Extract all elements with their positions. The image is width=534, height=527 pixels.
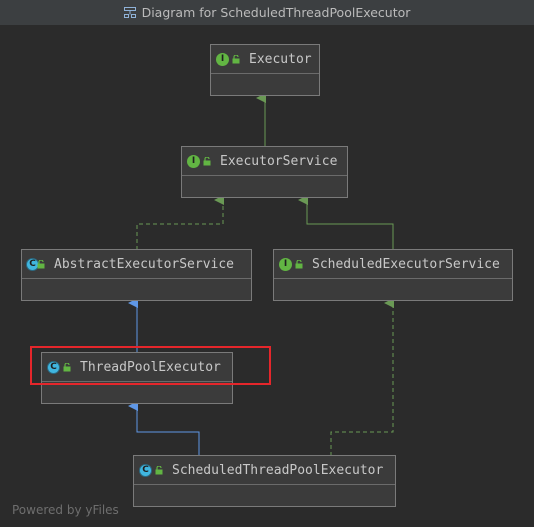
class-icon: C bbox=[139, 463, 152, 477]
edge-scheduledexecutorservice-to-executorservice bbox=[298, 195, 394, 250]
powered-by-label: Powered by yFiles bbox=[12, 503, 119, 517]
lock-icon bbox=[203, 156, 211, 165]
node-abstractexecutorservice-header: C AbstractExecutorService bbox=[22, 250, 251, 279]
highlight-box bbox=[30, 346, 271, 385]
node-abstractexecutorservice-name: AbstractExecutorService bbox=[54, 256, 235, 272]
edge-scheduledthreadpoolexecutor-to-threadpoolexecutor bbox=[128, 401, 200, 456]
node-scheduledthreadpoolexecutor-header: C ScheduledThreadPoolExecutor bbox=[134, 456, 395, 485]
lock-icon bbox=[295, 259, 303, 268]
node-scheduledthreadpoolexecutor[interactable]: C ScheduledThreadPoolExecutor bbox=[133, 455, 396, 507]
lock-icon bbox=[232, 54, 240, 63]
node-abstractexecutorservice[interactable]: C AbstractExecutorService bbox=[21, 249, 252, 301]
diagram-window: Diagram for ScheduledThreadPoolExecutor … bbox=[0, 0, 534, 527]
node-scheduledexecutorservice-name: ScheduledExecutorService bbox=[312, 256, 500, 272]
edge-scheduledthreadpoolexecutor-to-scheduledexecutorservice bbox=[330, 298, 394, 456]
lock-icon bbox=[37, 259, 45, 268]
node-scheduledexecutorservice[interactable]: I ScheduledExecutorService bbox=[273, 249, 513, 301]
node-executorservice[interactable]: I ExecutorService bbox=[181, 146, 348, 198]
node-scheduledthreadpoolexecutor-name: ScheduledThreadPoolExecutor bbox=[172, 462, 384, 478]
node-executor[interactable]: I Executor bbox=[210, 44, 320, 96]
lock-icon bbox=[155, 465, 163, 474]
edge-abstractexecutorservice-to-executorservice bbox=[136, 195, 224, 250]
node-executorservice-header: I ExecutorService bbox=[182, 147, 347, 176]
node-executor-header: I Executor bbox=[211, 45, 319, 74]
interface-icon: I bbox=[187, 154, 200, 168]
node-executor-name: Executor bbox=[249, 51, 312, 67]
node-scheduledexecutorservice-header: I ScheduledExecutorService bbox=[274, 250, 512, 279]
node-executorservice-name: ExecutorService bbox=[220, 153, 338, 169]
interface-icon: I bbox=[279, 257, 292, 271]
interface-icon: I bbox=[216, 52, 229, 66]
